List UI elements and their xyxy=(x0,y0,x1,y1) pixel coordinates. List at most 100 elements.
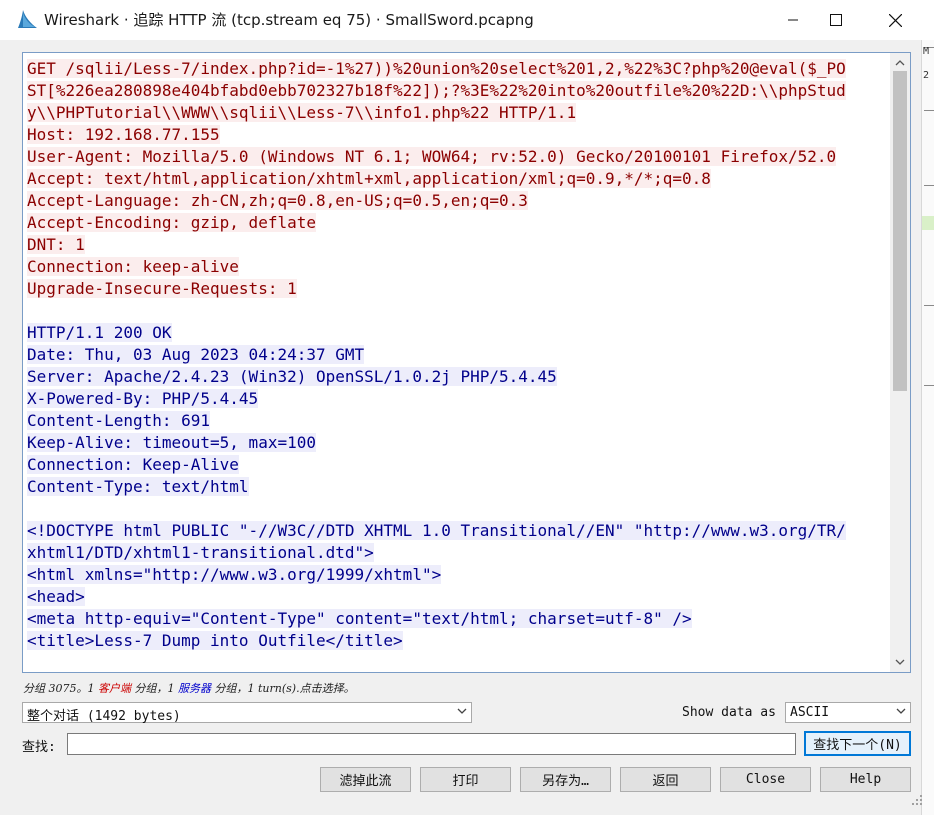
chevron-down-icon xyxy=(895,659,905,665)
client-text: GET /sqlii/Less-7/index.php?id=-1%27))%2… xyxy=(27,59,846,78)
edge-tick xyxy=(924,305,934,306)
resize-grip-icon[interactable] xyxy=(910,793,924,807)
client-text: Accept: text/html,application/xhtml+xml,… xyxy=(27,169,711,188)
chevron-down-icon xyxy=(457,708,467,714)
minimize-button[interactable] xyxy=(770,0,816,40)
client-text: Accept-Encoding: gzip, deflate xyxy=(27,213,316,232)
stream-line: GET /sqlii/Less-7/index.php?id=-1%27))%2… xyxy=(27,58,889,80)
stream-line xyxy=(27,300,889,322)
edge-tick xyxy=(924,185,934,186)
scroll-down-arrow[interactable] xyxy=(890,652,910,672)
stream-line: Accept-Language: zh-CN,zh;q=0.8,en-US;q=… xyxy=(27,190,889,212)
status-suffix: 分组，1 turn(s).点击选择。 xyxy=(211,682,355,695)
stream-line: User-Agent: Mozilla/5.0 (Windows NT 6.1;… xyxy=(27,146,889,168)
stream-line: <title>Less-7 Dump into Outfile</title> xyxy=(27,630,889,652)
server-text: Connection: Keep-Alive xyxy=(27,455,239,474)
server-text: xhtml1/DTD/xhtml1-transitional.dtd"> xyxy=(27,543,374,562)
client-text: ST[%226ea280898e404bfabd0ebb702327b18f%2… xyxy=(27,81,846,100)
wireshark-fin-icon xyxy=(18,10,37,28)
client-text: DNT: 1 xyxy=(27,235,85,254)
find-next-button[interactable]: 查找下一个(N) xyxy=(804,731,911,756)
client-text: Upgrade-Insecure-Requests: 1 xyxy=(27,279,297,298)
find-input[interactable] xyxy=(67,733,796,755)
stream-line: Host: 192.168.77.155 xyxy=(27,124,889,146)
scroll-up-arrow[interactable] xyxy=(890,53,910,73)
print-button[interactable]: 打印 xyxy=(420,767,511,792)
show-data-label: Show data as xyxy=(682,705,776,720)
client-text: Connection: keep-alive xyxy=(27,257,239,276)
stream-content: GET /sqlii/Less-7/index.php?id=-1%27))%2… xyxy=(27,58,889,652)
stream-line: Keep-Alive: timeout=5, max=100 xyxy=(27,432,889,454)
status-client-label: 客户端 xyxy=(98,682,131,695)
server-text: <title>Less-7 Dump into Outfile</title> xyxy=(27,631,403,650)
scroll-thumb[interactable] xyxy=(893,71,907,391)
stream-line: Accept-Encoding: gzip, deflate xyxy=(27,212,889,234)
window-title: Wireshark · 追踪 HTTP 流 (tcp.stream eq 75)… xyxy=(44,11,534,29)
edge-char-1: M xyxy=(923,46,930,57)
close-icon xyxy=(888,13,902,27)
server-text: Content-Length: 691 xyxy=(27,411,211,430)
status-prefix: 分组 3075。1 xyxy=(23,682,98,695)
conversation-select[interactable]: 整个对话 (1492 bytes) xyxy=(22,702,472,724)
server-text: Content-Type: text/html xyxy=(27,477,249,496)
stream-line: Content-Length: 691 xyxy=(27,410,889,432)
maximize-icon xyxy=(830,14,842,26)
stream-line: Connection: Keep-Alive xyxy=(27,454,889,476)
maximize-button[interactable] xyxy=(813,0,859,40)
client-text: y\\PHPTutorial\\WWW\\sqlii\\Less-7\\info… xyxy=(27,103,577,122)
stream-line: <head> xyxy=(27,586,889,608)
chevron-down-icon xyxy=(896,708,906,714)
client-text: User-Agent: Mozilla/5.0 (Windows NT 6.1;… xyxy=(27,147,837,166)
filter-out-button[interactable]: 滤掉此流 xyxy=(320,767,411,792)
stream-line xyxy=(27,498,889,520)
minimize-icon xyxy=(788,19,798,21)
server-text: Keep-Alive: timeout=5, max=100 xyxy=(27,433,316,452)
server-text: X-Powered-By: PHP/5.4.45 xyxy=(27,389,259,408)
stream-line: Upgrade-Insecure-Requests: 1 xyxy=(27,278,889,300)
find-label: 查找: xyxy=(22,740,56,755)
stream-line: Server: Apache/2.4.23 (Win32) OpenSSL/1.… xyxy=(27,366,889,388)
back-button[interactable]: 返回 xyxy=(620,767,711,792)
server-text: <!DOCTYPE html PUBLIC "-//W3C//DTD XHTML… xyxy=(27,521,846,540)
status-server-label: 服务器 xyxy=(178,682,211,695)
show-data-value: ASCII xyxy=(790,705,830,720)
stream-line: DNT: 1 xyxy=(27,234,889,256)
stream-line: Accept: text/html,application/xhtml+xml,… xyxy=(27,168,889,190)
stream-line: Content-Type: text/html xyxy=(27,476,889,498)
save-as-button[interactable]: 另存为… xyxy=(520,767,611,792)
client-text: Accept-Language: zh-CN,zh;q=0.8,en-US;q=… xyxy=(27,191,528,210)
close-window-button[interactable] xyxy=(872,0,918,40)
stream-line: <!DOCTYPE html PUBLIC "-//W3C//DTD XHTML… xyxy=(27,520,889,542)
status-mid: 分组，1 xyxy=(131,682,178,695)
edge-char-2: 2 xyxy=(923,70,930,81)
stream-line: Date: Thu, 03 Aug 2023 04:24:37 GMT xyxy=(27,344,889,366)
stream-line: <html xmlns="http://www.w3.org/1999/xhtm… xyxy=(27,564,889,586)
stream-line: y\\PHPTutorial\\WWW\\sqlii\\Less-7\\info… xyxy=(27,102,889,124)
conversation-select-value: 整个对话 (1492 bytes) xyxy=(27,709,181,724)
server-text: <head> xyxy=(27,587,85,606)
title-bar[interactable]: Wireshark · 追踪 HTTP 流 (tcp.stream eq 75)… xyxy=(0,0,934,40)
close-button[interactable]: Close xyxy=(720,767,811,792)
edge-tick xyxy=(924,385,934,386)
stream-line: xhtml1/DTD/xhtml1-transitional.dtd"> xyxy=(27,542,889,564)
edge-tick xyxy=(924,110,934,111)
edge-green-row xyxy=(922,216,934,230)
help-button[interactable]: Help xyxy=(820,767,911,792)
background-window-edge: M 2 xyxy=(921,40,934,815)
client-text: Host: 192.168.77.155 xyxy=(27,125,220,144)
stream-line: ST[%226ea280898e404bfabd0ebb702327b18f%2… xyxy=(27,80,889,102)
show-data-select[interactable]: ASCII xyxy=(785,702,911,723)
stream-line: HTTP/1.1 200 OK xyxy=(27,322,889,344)
server-text: HTTP/1.1 200 OK xyxy=(27,323,172,342)
server-text: Server: Apache/2.4.23 (Win32) OpenSSL/1.… xyxy=(27,367,557,386)
server-text: <meta http-equiv="Content-Type" content=… xyxy=(27,609,692,628)
packet-status: 分组 3075。1 客户端 分组，1 服务器 分组，1 turn(s).点击选择… xyxy=(23,680,355,696)
stream-line: X-Powered-By: PHP/5.4.45 xyxy=(27,388,889,410)
stream-line: <meta http-equiv="Content-Type" content=… xyxy=(27,608,889,630)
stream-line: Connection: keep-alive xyxy=(27,256,889,278)
chevron-up-icon xyxy=(895,60,905,66)
server-text: <html xmlns="http://www.w3.org/1999/xhtm… xyxy=(27,565,442,584)
server-text: Date: Thu, 03 Aug 2023 04:24:37 GMT xyxy=(27,345,365,364)
vertical-scrollbar[interactable] xyxy=(890,53,910,672)
stream-text-area[interactable]: GET /sqlii/Less-7/index.php?id=-1%27))%2… xyxy=(22,52,911,673)
